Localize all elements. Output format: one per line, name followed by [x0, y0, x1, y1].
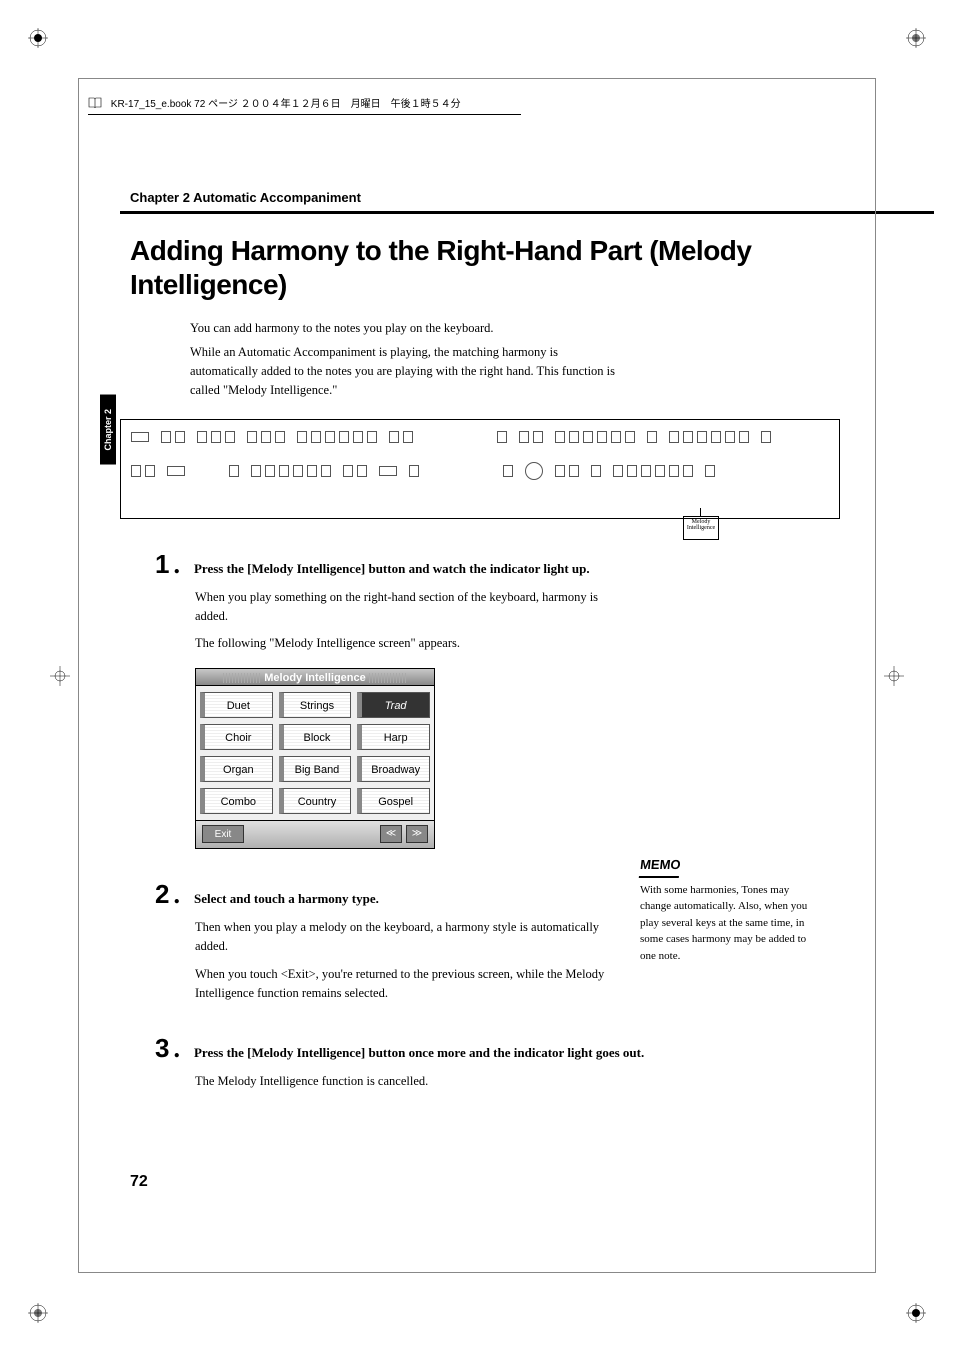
crop-mark-icon [50, 666, 70, 686]
chapter-side-tab: Chapter 2 [100, 395, 116, 465]
harmony-option-country[interactable]: Country [279, 788, 352, 814]
harmony-option-duet[interactable]: Duet [200, 692, 273, 718]
screen-title-bar: Melody Intelligence [195, 668, 435, 686]
keyboard-panel-diagram: Melody Intelligence [120, 419, 840, 519]
harmony-option-strings[interactable]: Strings [279, 692, 352, 718]
step-1-body-1: When you play something on the right-han… [195, 588, 615, 627]
step-1-title: Press the [Melody Intelligence] button a… [194, 561, 874, 577]
chapter-header: Chapter 2 Automatic Accompaniment [130, 190, 874, 205]
memo-note: MEMO With some harmonies, Tones may chan… [640, 855, 820, 964]
page-number: 72 [130, 1173, 148, 1191]
step-1-body-2: The following "Melody Intelligence scree… [195, 634, 615, 653]
step-number-1: 1 [155, 549, 169, 580]
header-text: KR-17_15_e.book 72 ページ ２００４年１２月６日 月曜日 午後… [111, 99, 461, 110]
registration-mark-icon [906, 28, 926, 48]
prev-page-button[interactable]: ≪ [380, 825, 402, 843]
crop-mark-icon [884, 666, 904, 686]
intro-paragraph-2: While an Automatic Accompaniment is play… [190, 343, 620, 401]
step-number-3: 3 [155, 1033, 169, 1064]
divider [120, 211, 934, 214]
harmony-option-block[interactable]: Block [279, 724, 352, 750]
harmony-option-choir[interactable]: Choir [200, 724, 273, 750]
harmony-option-combo[interactable]: Combo [200, 788, 273, 814]
harmony-option-harp[interactable]: Harp [357, 724, 430, 750]
step-number-2: 2 [155, 879, 169, 910]
registration-mark-icon [906, 1303, 926, 1323]
callout-label: Melody Intelligence [683, 516, 719, 540]
harmony-option-big-band[interactable]: Big Band [279, 756, 352, 782]
exit-button[interactable]: Exit [202, 825, 244, 843]
harmony-option-gospel[interactable]: Gospel [357, 788, 430, 814]
intro-paragraph-1: You can add harmony to the notes you pla… [190, 319, 874, 338]
pdf-header-line: KR-17_15_e.book 72 ページ ２００４年１２月６日 月曜日 午後… [88, 95, 521, 115]
book-icon [88, 97, 102, 112]
memo-label: MEMO [639, 855, 682, 878]
memo-text: With some harmonies, Tones may change au… [640, 882, 820, 965]
step-3-title: Press the [Melody Intelligence] button o… [194, 1045, 874, 1061]
registration-mark-icon [28, 1303, 48, 1323]
step-2-body-1: Then when you play a melody on the keybo… [195, 918, 615, 957]
step-2-body-2: When you touch <Exit>, you're returned t… [195, 965, 615, 1004]
screen-title: Melody Intelligence [264, 672, 365, 684]
melody-intelligence-screen: Melody Intelligence Duet Strings Trad Ch… [195, 668, 435, 849]
step-3-body-1: The Melody Intelligence function is canc… [195, 1072, 615, 1091]
harmony-option-broadway[interactable]: Broadway [357, 756, 430, 782]
harmony-option-trad[interactable]: Trad [357, 692, 430, 718]
page-title: Adding Harmony to the Right-Hand Part (M… [130, 234, 874, 301]
harmony-option-organ[interactable]: Organ [200, 756, 273, 782]
next-page-button[interactable]: ≫ [406, 825, 428, 843]
registration-mark-icon [28, 28, 48, 48]
